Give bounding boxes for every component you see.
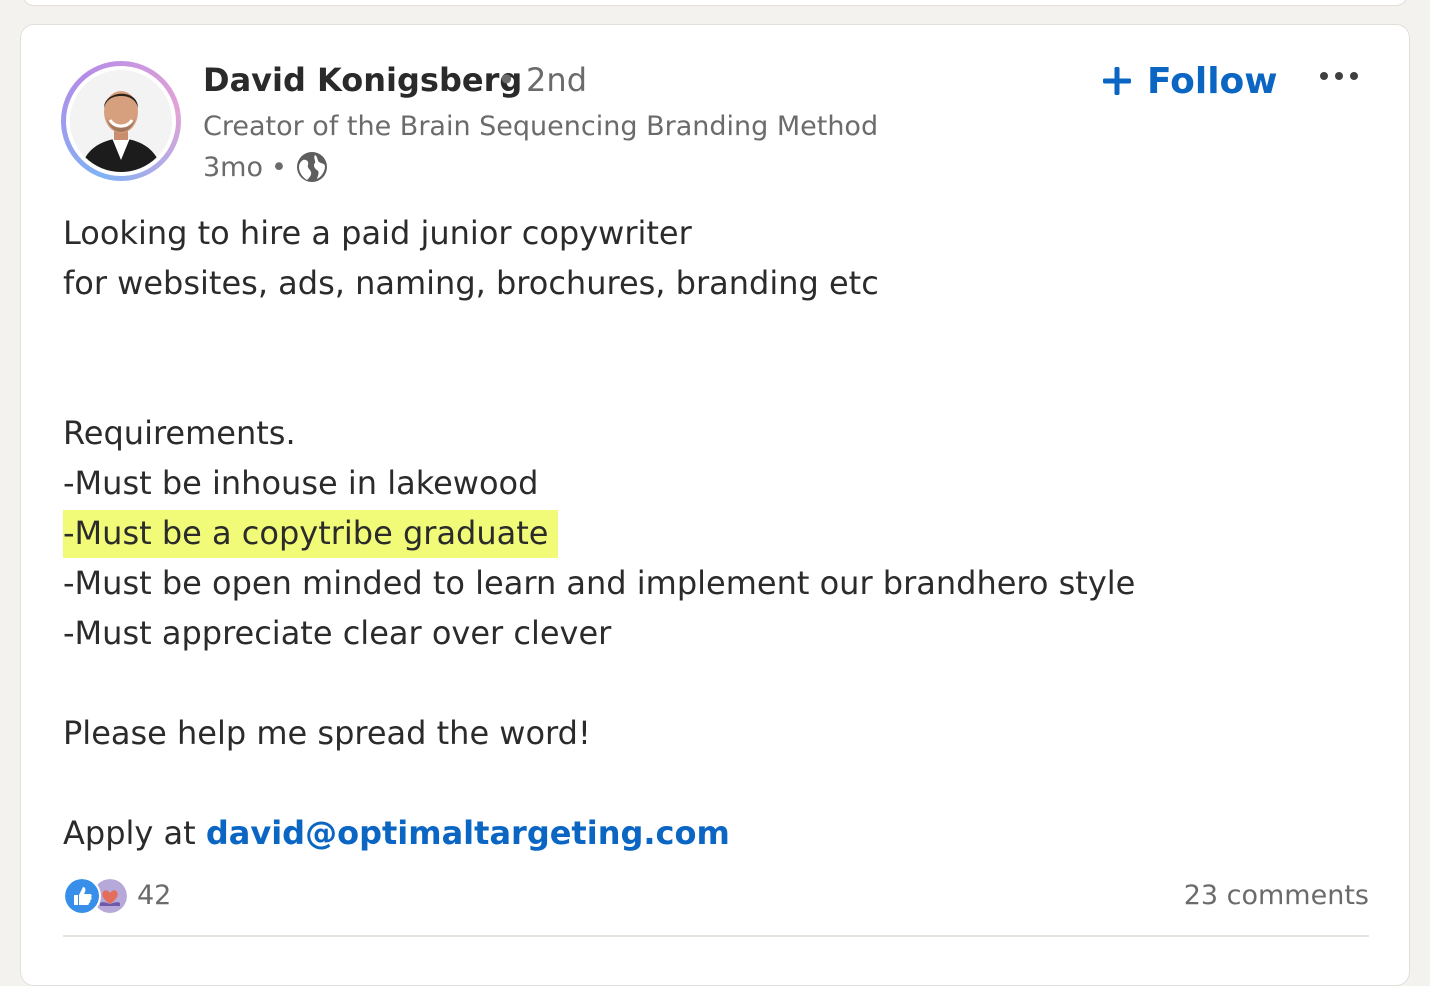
author-headline: Creator of the Brain Sequencing Branding… — [203, 111, 879, 142]
highlighted-text: -Must be a copytribe graduate — [63, 510, 559, 558]
follow-button[interactable]: Follow — [1101, 55, 1278, 107]
globe-icon — [296, 152, 327, 182]
requirement-item: -Must appreciate clear over clever — [63, 614, 612, 652]
avatar-photo — [70, 70, 172, 172]
reactions-summary[interactable]: 42 — [63, 875, 171, 915]
meta-separator: • — [271, 151, 287, 183]
post-body: Looking to hire a paid junior copywriter… — [63, 208, 1363, 858]
previous-post-card — [22, 0, 1408, 6]
dot — [1320, 72, 1328, 80]
requirement-item: -Must be open minded to learn and implem… — [63, 564, 1136, 602]
author-avatar[interactable] — [61, 61, 181, 181]
connection-degree: • 2nd — [497, 61, 587, 99]
requirement-item-highlighted: -Must be a copytribe graduate — [63, 508, 1363, 558]
person-portrait-icon — [70, 70, 172, 172]
post-time: 3mo — [203, 151, 263, 183]
email-link[interactable]: david@optimaltargeting.com — [206, 814, 730, 852]
apply-prefix: Apply at — [63, 814, 206, 852]
more-options-icon[interactable] — [1311, 61, 1367, 91]
call-to-action: Please help me spread the word! — [63, 714, 591, 752]
feed-post-card: David Konigsberg • 2nd Creator of the Br… — [20, 24, 1410, 986]
requirement-item: -Must be inhouse in lakewood — [63, 464, 539, 502]
post-meta: 3mo • — [203, 149, 329, 185]
apply-line: Apply at david@optimaltargeting.com — [63, 808, 1363, 858]
author-name[interactable]: David Konigsberg — [203, 61, 522, 99]
post-line: Looking to hire a paid junior copywriter — [63, 214, 692, 252]
plus-icon — [1103, 67, 1131, 95]
reaction-icons — [63, 877, 129, 915]
requirements-heading: Requirements. — [63, 414, 296, 452]
like-icon — [63, 877, 101, 915]
comments-count[interactable]: 23 comments — [1184, 875, 1369, 915]
reaction-count: 42 — [137, 879, 172, 911]
dot — [1335, 72, 1343, 80]
divider — [63, 935, 1369, 937]
dot — [1350, 72, 1358, 80]
post-line: for websites, ads, naming, brochures, br… — [63, 264, 879, 302]
follow-label: Follow — [1147, 60, 1278, 102]
